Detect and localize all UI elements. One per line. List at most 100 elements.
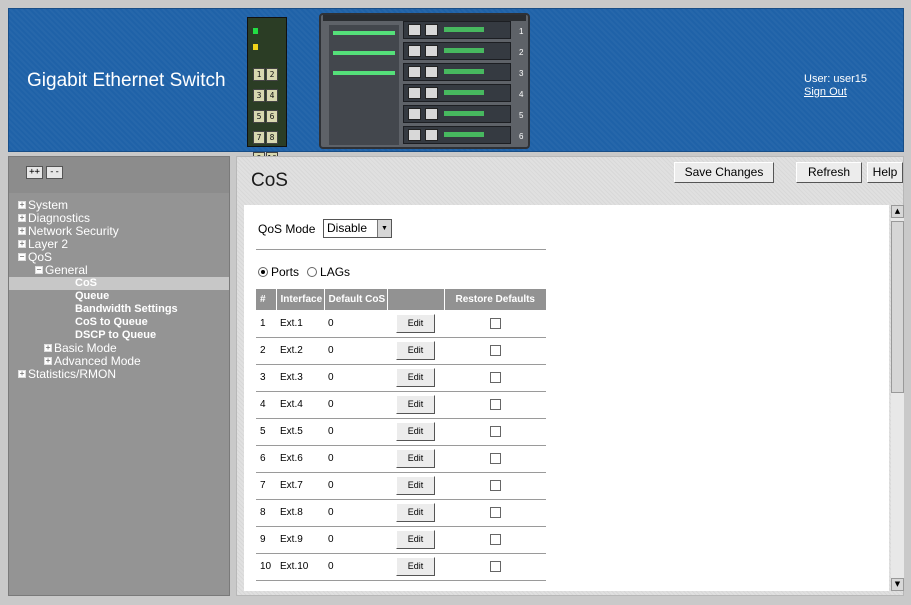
- row-default-cos: 0: [324, 472, 387, 500]
- slot-button: [425, 24, 438, 36]
- table-row: 9 Ext.9 0 Edit: [256, 526, 546, 554]
- expand-all-button[interactable]: ++: [26, 166, 43, 179]
- qos-mode-value: Disable: [327, 221, 368, 235]
- restore-defaults-checkbox[interactable]: [489, 506, 501, 518]
- row-action-cell: Edit: [387, 472, 444, 500]
- nav-tree: + System + Diagnostics + Network Security +…: [9, 199, 229, 381]
- row-default-cos: 0: [324, 391, 387, 419]
- edit-button[interactable]: Edit: [396, 313, 435, 333]
- restore-defaults-checkbox[interactable]: [489, 560, 501, 572]
- collapse-all-button[interactable]: --: [46, 166, 63, 179]
- user-label: User: user15: [804, 73, 867, 85]
- row-interface: Ext.4: [276, 391, 324, 419]
- bay-led-strip: [333, 71, 395, 75]
- row-action-cell: Edit: [387, 526, 444, 554]
- slot-number: 5: [519, 111, 524, 120]
- sidebar-item-cos[interactable]: CoS: [9, 277, 229, 290]
- row-action-cell: Edit: [387, 391, 444, 419]
- row-restore-cell: [444, 499, 546, 527]
- vertical-scrollbar[interactable]: ▲ ▼: [891, 205, 904, 591]
- sidebar-item-label: Advanced Mode: [54, 354, 141, 368]
- sidebar: ++ -- + System + Diagnostics + Network Secu…: [8, 156, 230, 596]
- restore-defaults-checkbox[interactable]: [489, 317, 501, 329]
- sidebar-item-label: Basic Mode: [54, 341, 117, 355]
- refresh-button[interactable]: Refresh: [796, 162, 862, 183]
- header-banner: Gigabit Ethernet Switch 12 34 56 78 910 …: [8, 8, 904, 165]
- sidebar-item-bandwidth-settings[interactable]: Bandwidth Settings: [9, 303, 229, 316]
- expand-icon: +: [18, 199, 26, 209]
- row-number: 6: [256, 445, 276, 473]
- table-row: 2 Ext.2 0 Edit: [256, 337, 546, 365]
- sidebar-item-label: System: [28, 198, 69, 212]
- col-header-action: [387, 289, 445, 310]
- restore-defaults-checkbox[interactable]: [489, 425, 501, 437]
- table-row: 5 Ext.5 0 Edit: [256, 418, 546, 446]
- slot-led: [444, 69, 484, 74]
- sidebar-item-dscp-to-queue[interactable]: DSCP to Queue: [9, 329, 229, 342]
- scrollbar-thumb[interactable]: [891, 221, 904, 393]
- restore-defaults-checkbox[interactable]: [489, 533, 501, 545]
- slot-button: [408, 108, 421, 120]
- lags-radio[interactable]: [307, 266, 318, 277]
- slot-button: [425, 66, 438, 78]
- qos-mode-label: QoS Mode: [258, 222, 316, 236]
- edit-button[interactable]: Edit: [396, 476, 435, 495]
- edit-button[interactable]: Edit: [396, 368, 435, 387]
- edit-button[interactable]: Edit: [396, 449, 435, 468]
- slot-button: [425, 87, 438, 99]
- sidebar-item-cos-to-queue[interactable]: CoS to Queue: [9, 316, 229, 329]
- restore-defaults-checkbox[interactable]: [489, 479, 501, 491]
- sign-out-link[interactable]: Sign Out: [804, 86, 867, 98]
- chassis-slot: [403, 21, 511, 39]
- restore-defaults-checkbox[interactable]: [489, 371, 501, 383]
- sidebar-item-label: Statistics/RMON: [28, 367, 117, 381]
- table-row: 4 Ext.4 0 Edit: [256, 391, 546, 419]
- row-action-cell: Edit: [387, 337, 444, 365]
- row-interface: Ext.7: [276, 472, 324, 500]
- sidebar-item-statistics-rmon[interactable]: + Statistics/RMON: [9, 368, 229, 381]
- scroll-up-arrow-icon[interactable]: ▲: [891, 205, 904, 218]
- edit-button[interactable]: Edit: [396, 422, 435, 441]
- slot-button: [408, 66, 421, 78]
- slot-button: [425, 45, 438, 57]
- table-row: 3 Ext.3 0 Edit: [256, 364, 546, 392]
- edit-button[interactable]: Edit: [396, 395, 435, 414]
- restore-defaults-checkbox[interactable]: [489, 452, 501, 464]
- slot-button: [408, 129, 421, 141]
- row-restore-cell: [444, 445, 546, 473]
- slot-button: [408, 24, 421, 36]
- ports-radio[interactable]: [258, 266, 268, 277]
- row-restore-cell: [444, 391, 546, 419]
- sidebar-item-qos[interactable]: − QoS: [9, 251, 229, 264]
- edit-button[interactable]: Edit: [396, 557, 435, 576]
- restore-defaults-checkbox[interactable]: [489, 398, 501, 410]
- row-action-cell: Edit: [387, 553, 444, 581]
- help-button[interactable]: Help: [867, 162, 903, 183]
- sidebar-item-general[interactable]: − General: [9, 264, 229, 277]
- slot-led: [444, 132, 484, 137]
- row-default-cos: 0: [324, 364, 387, 392]
- save-changes-button[interactable]: Save Changes: [674, 162, 774, 183]
- user-block: User: user15 Sign Out: [804, 73, 867, 98]
- row-interface: Ext.5: [276, 418, 324, 446]
- row-interface: Ext.3: [276, 364, 324, 392]
- scroll-down-arrow-icon[interactable]: ▼: [891, 578, 904, 591]
- bay-led-strip: [333, 51, 395, 55]
- row-default-cos: 0: [324, 337, 387, 365]
- edit-button[interactable]: Edit: [396, 341, 435, 360]
- qos-mode-select[interactable]: Disable ▼: [323, 219, 392, 238]
- row-restore-cell: [444, 553, 546, 581]
- row-number: 10: [256, 553, 276, 581]
- table-row: 10 Ext.10 0 Edit: [256, 553, 546, 581]
- slot-number: 1: [519, 27, 524, 36]
- edit-button[interactable]: Edit: [396, 530, 435, 549]
- expand-icon: +: [18, 368, 26, 378]
- slot-button: [408, 87, 421, 99]
- row-number: 9: [256, 526, 276, 554]
- edit-button[interactable]: Edit: [396, 503, 435, 522]
- row-number: 3: [256, 364, 276, 392]
- slot-led: [444, 90, 484, 95]
- row-restore-cell: [444, 364, 546, 392]
- restore-defaults-checkbox[interactable]: [489, 344, 501, 356]
- sidebar-item-queue[interactable]: Queue: [9, 290, 229, 303]
